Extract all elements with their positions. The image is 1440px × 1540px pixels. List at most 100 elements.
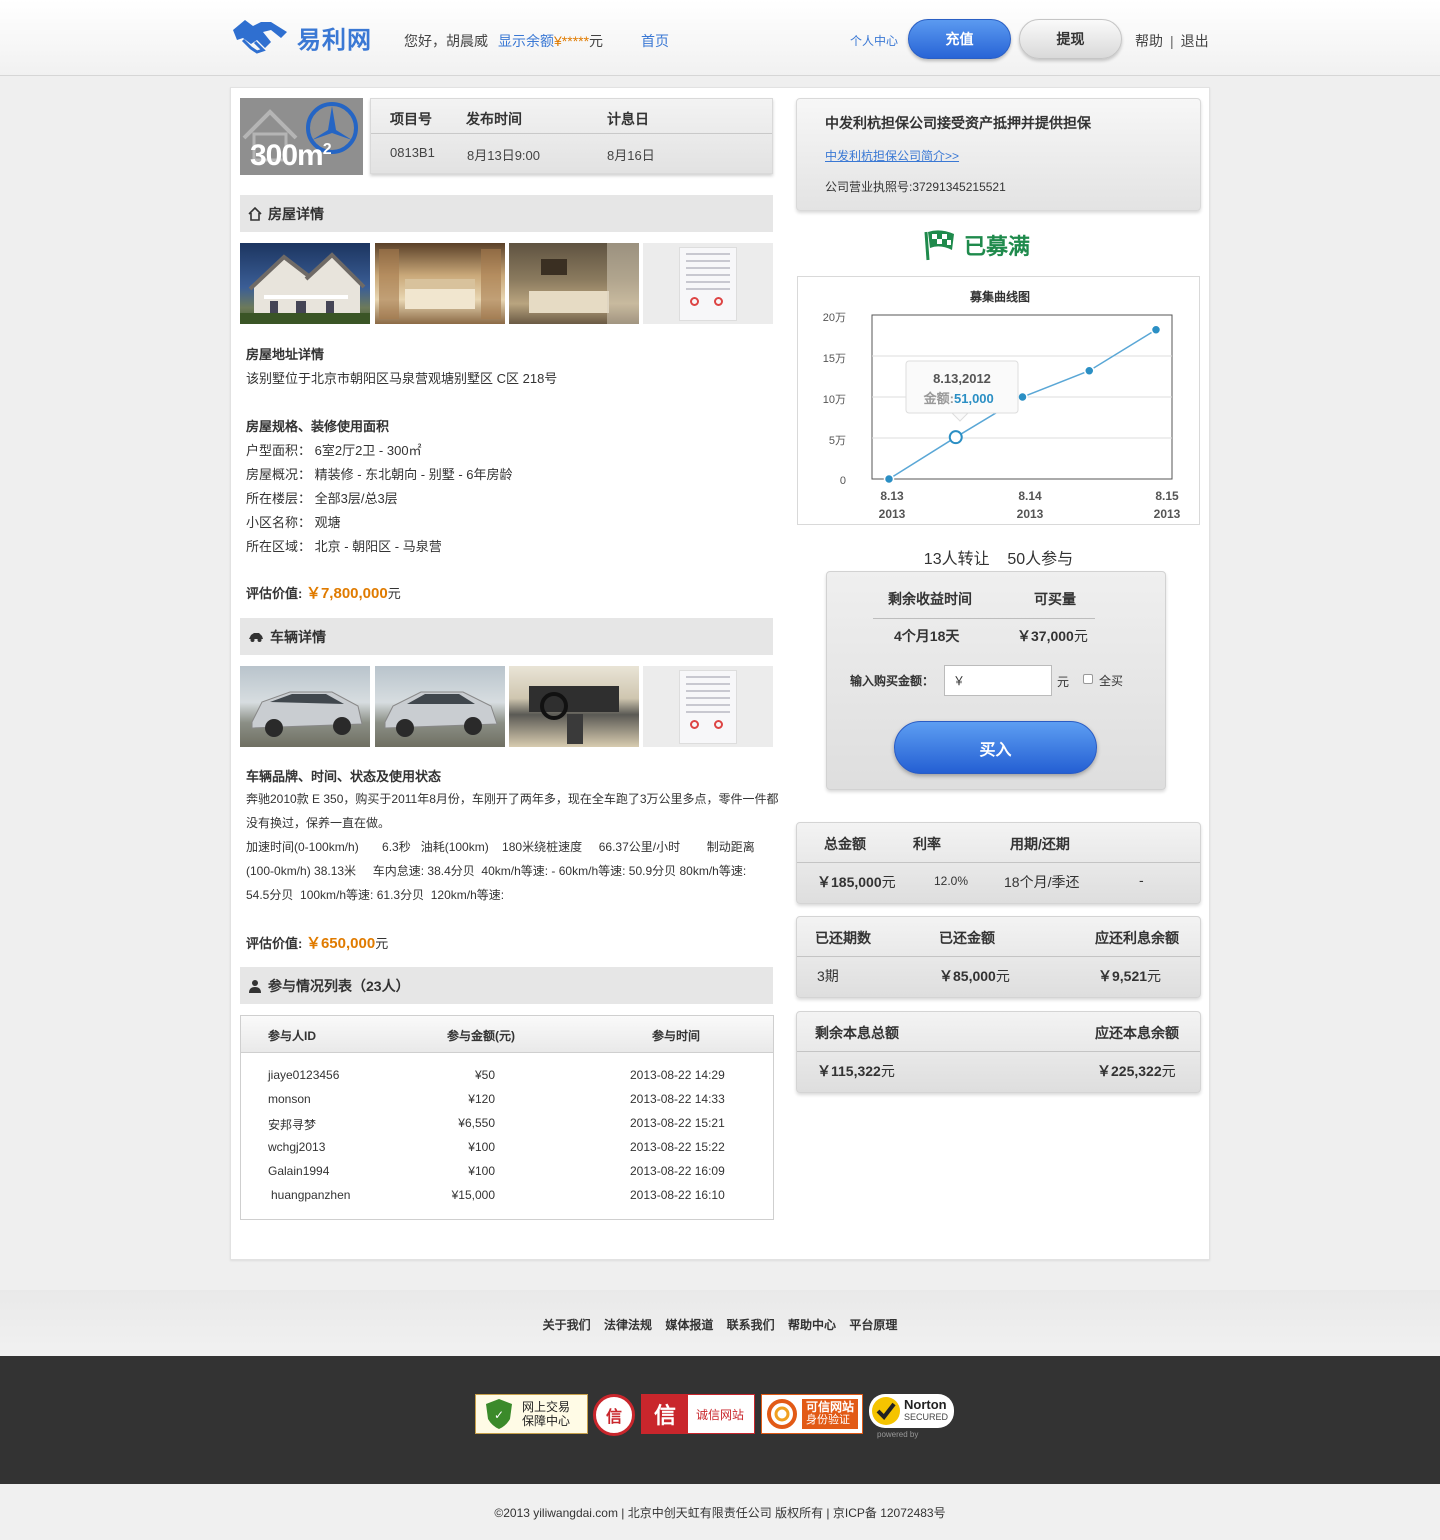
- buy-all-label[interactable]: 全买: [1099, 672, 1123, 689]
- recharge-button[interactable]: 充值: [908, 19, 1011, 59]
- available-amount-header: 可买量: [1034, 591, 1076, 607]
- footer-link-about[interactable]: 关于我们: [543, 1318, 591, 1332]
- house-spec-title: 房屋规格、装修使用面积: [246, 419, 390, 434]
- footer-link-help[interactable]: 帮助中心: [788, 1318, 836, 1332]
- logout-link[interactable]: 退出: [1181, 33, 1209, 49]
- col-amount: 参与金额(元): [447, 1029, 515, 1043]
- tooltip-amount-label: 金额:: [923, 391, 954, 406]
- publish-time-header: 发布时间: [466, 111, 522, 127]
- house-exterior-image: [240, 252, 370, 324]
- trusted-site-text: 可信网站 身份验证: [802, 1399, 859, 1429]
- data-point[interactable]: [948, 430, 963, 445]
- remaining-time-value: 4个月18天: [894, 628, 960, 644]
- participant-amount: ¥100: [468, 1140, 495, 1154]
- participant-id: monson: [268, 1092, 311, 1106]
- help-link[interactable]: 帮助: [1135, 33, 1163, 49]
- participant-id: 安邦寻梦: [268, 1118, 317, 1132]
- withdraw-button[interactable]: 提现: [1019, 19, 1122, 59]
- car-desc-title: 车辆品牌、时间、状态及使用状态: [246, 769, 442, 784]
- chart-tooltip: 8.13,2012 金额: 51,000: [905, 360, 1019, 422]
- user-center-link[interactable]: 个人中心: [850, 32, 898, 49]
- y-tick-label: 15万: [823, 353, 846, 365]
- spiral-logo-icon: [767, 1399, 797, 1429]
- trusted-site-line1: 可信网站: [806, 1400, 855, 1414]
- trade-guarantee-line1: 网上交易: [522, 1400, 571, 1414]
- norton-secured-badge[interactable]: Norton SECURED powered by: [869, 1394, 966, 1444]
- balance-label[interactable]: 显示余额: [498, 33, 554, 49]
- due-total-header: 应还本息余额: [1095, 1025, 1179, 1041]
- home-link[interactable]: 首页: [641, 31, 669, 51]
- trade-guarantee-text: 网上交易 保障中心: [522, 1400, 570, 1428]
- paid-amount-value: ￥85,000元: [939, 966, 1010, 986]
- trade-guarantee-badge[interactable]: ✓ 网上交易 保障中心: [475, 1394, 588, 1434]
- house-photo-document[interactable]: [643, 243, 773, 324]
- project-thumbnail: 300m2: [240, 98, 363, 175]
- car-section-title: 车辆详情: [240, 618, 773, 655]
- data-point[interactable]: [1084, 365, 1095, 377]
- logo[interactable]: 易利网: [231, 16, 372, 58]
- integrity-site-badge[interactable]: 信 诚信网站: [641, 1394, 755, 1434]
- interest-date-header: 计息日: [607, 111, 649, 127]
- footer-link-contact[interactable]: 联系我们: [727, 1318, 775, 1332]
- interest-balance-header: 应还利息余额: [1095, 930, 1179, 946]
- buy-all-checkbox[interactable]: [1083, 674, 1093, 684]
- due-total-number: ￥225,322: [1097, 1063, 1162, 1079]
- y-tick-label: 0: [840, 475, 846, 487]
- car-photo-interior[interactable]: [509, 666, 639, 747]
- guarantee-box: 中发利杭担保公司接受资产抵押并提供担保 中发利杭担保公司简介>> 公司营业执照号…: [796, 98, 1201, 211]
- norton-powered-by: powered by: [877, 1430, 919, 1439]
- table-row: wchgj2013 ¥100 2013-08-22 15:22: [241, 1136, 773, 1160]
- house-valuation-price: ￥7,800,000: [305, 585, 388, 602]
- participant-amount: ¥120: [468, 1092, 495, 1106]
- document-image: [679, 670, 737, 744]
- project-id-value: 0813B1: [390, 145, 435, 160]
- due-total-value: ￥225,322元: [1097, 1061, 1176, 1081]
- buy-amount-label: 输入购买金额：: [850, 674, 935, 688]
- y-tick-label: 20万: [823, 312, 846, 324]
- trade-guarantee-line2: 保障中心: [522, 1414, 571, 1428]
- car-photo-document[interactable]: [643, 666, 773, 747]
- car-icon: [249, 632, 263, 642]
- trusted-site-badge[interactable]: 可信网站 身份验证: [761, 1394, 863, 1434]
- data-point[interactable]: [1150, 324, 1162, 336]
- footer-link-media[interactable]: 媒体报道: [665, 1318, 713, 1332]
- car-photo-rear[interactable]: [375, 666, 505, 747]
- house-valuation-unit: 元: [387, 586, 401, 601]
- rate-header: 利率: [913, 836, 941, 852]
- paid-amount-header: 已还金额: [939, 930, 995, 946]
- car-front-image: [251, 691, 363, 737]
- participant-id: huangpanzhen: [271, 1188, 351, 1202]
- data-point[interactable]: [883, 473, 895, 485]
- show-balance-link[interactable]: 显示余额¥*****元: [498, 31, 603, 51]
- x-tick-year: 2013: [1017, 507, 1044, 521]
- buy-button[interactable]: 买入: [894, 721, 1097, 774]
- integrity-site-text: 诚信网站: [696, 1407, 745, 1422]
- svg-text:✓: ✓: [494, 1408, 504, 1422]
- area-superscript: 2: [322, 141, 332, 158]
- house-photo-exterior[interactable]: [240, 243, 370, 324]
- data-point[interactable]: [1017, 391, 1028, 403]
- car-valuation: 评估价值: ￥650,000元: [246, 932, 388, 953]
- house-photo-bedroom[interactable]: [375, 243, 505, 324]
- footer-link-law[interactable]: 法律法规: [604, 1318, 652, 1332]
- footer-link-principle[interactable]: 平台原理: [849, 1318, 897, 1332]
- participant-id: wchgj2013: [268, 1140, 326, 1154]
- trust-seal-badge[interactable]: 信: [593, 1394, 635, 1436]
- x-tick-label: 8.13: [880, 489, 904, 503]
- car-photo-front[interactable]: [240, 666, 370, 747]
- integrity-logo-icon: 信: [642, 1395, 688, 1433]
- term-header: 用期/还期: [1010, 836, 1070, 852]
- document-image: [679, 247, 737, 321]
- guarantee-company-link[interactable]: 中发利杭担保公司简介>>: [825, 147, 959, 164]
- rate-value: 12.0%: [934, 874, 969, 888]
- table-row: huangpanzhen ¥15,000 2013-08-22 16:10: [241, 1184, 773, 1208]
- participant-time: 2013-08-22 16:09: [630, 1164, 725, 1178]
- remaining-total-value: ￥115,322元: [817, 1061, 895, 1081]
- norton-title: Norton: [904, 1397, 947, 1412]
- chart-svg: 募集曲线图 20万 15万 10万 5万 0 8.13 2013 8.14 20…: [823, 289, 1181, 521]
- col-time: 参与时间: [652, 1029, 701, 1043]
- bedroom-image: [379, 249, 501, 319]
- house-spec-line: 所在区域： 北京 - 朝阳区 - 马泉营: [246, 539, 442, 554]
- house-photo-room[interactable]: [509, 243, 639, 324]
- buy-amount-input[interactable]: [944, 665, 1052, 696]
